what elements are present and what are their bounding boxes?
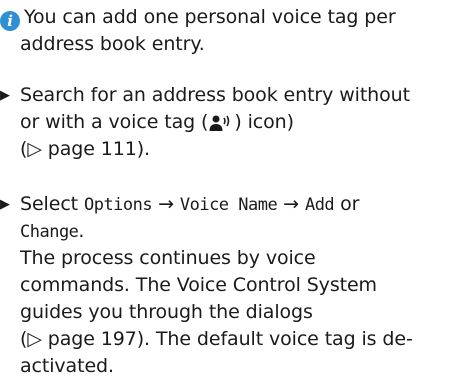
step2-or: or	[340, 193, 360, 215]
note-text-1: You can add one personal voice tag per	[24, 6, 396, 28]
triangle-right-icon: ▶	[0, 197, 10, 212]
step2-line-7: activated.	[20, 355, 114, 377]
step2-line-2: Change.	[20, 218, 84, 246]
step1-line-1: Search for an address book entry without	[20, 84, 410, 106]
note-line-1: i You can add one personal voice tag per	[0, 4, 396, 31]
step1-text-after-icon: ) icon)	[234, 111, 294, 133]
manual-page: i You can add one personal voice tag per …	[0, 0, 458, 382]
triangle-right-icon: ▶	[0, 88, 10, 103]
menu-item-add: Add	[304, 195, 335, 215]
step1-line-2: or with a voice tag ( ) icon)	[20, 109, 294, 136]
step2-line-1: Select Options → Voice Name → Add or	[20, 191, 359, 219]
menu-item-change: Change	[20, 222, 79, 242]
step2-line-5: guides you through the dialogs	[20, 301, 313, 323]
step2-period: .	[78, 220, 85, 242]
menu-item-options: Options	[83, 195, 153, 215]
step1-text-before-icon: or with a voice tag (	[20, 111, 209, 133]
step1-page-ref[interactable]: (▷ page 111).	[20, 136, 150, 163]
step2-line-3: The process continues by voice	[20, 247, 316, 269]
step2-line-4: commands. The Voice Control System	[20, 274, 377, 296]
note-line-2: address book entry.	[20, 33, 205, 55]
arrow-icon: →	[158, 193, 174, 215]
menu-item-voice-name: Voice Name	[179, 195, 278, 215]
step2-line-6: (▷ page 197). The default voice tag is d…	[20, 328, 413, 350]
voice-tag-icon	[209, 115, 230, 131]
step2-select: Select	[20, 193, 79, 215]
info-icon: i	[0, 11, 20, 31]
arrow-icon: →	[283, 193, 299, 215]
